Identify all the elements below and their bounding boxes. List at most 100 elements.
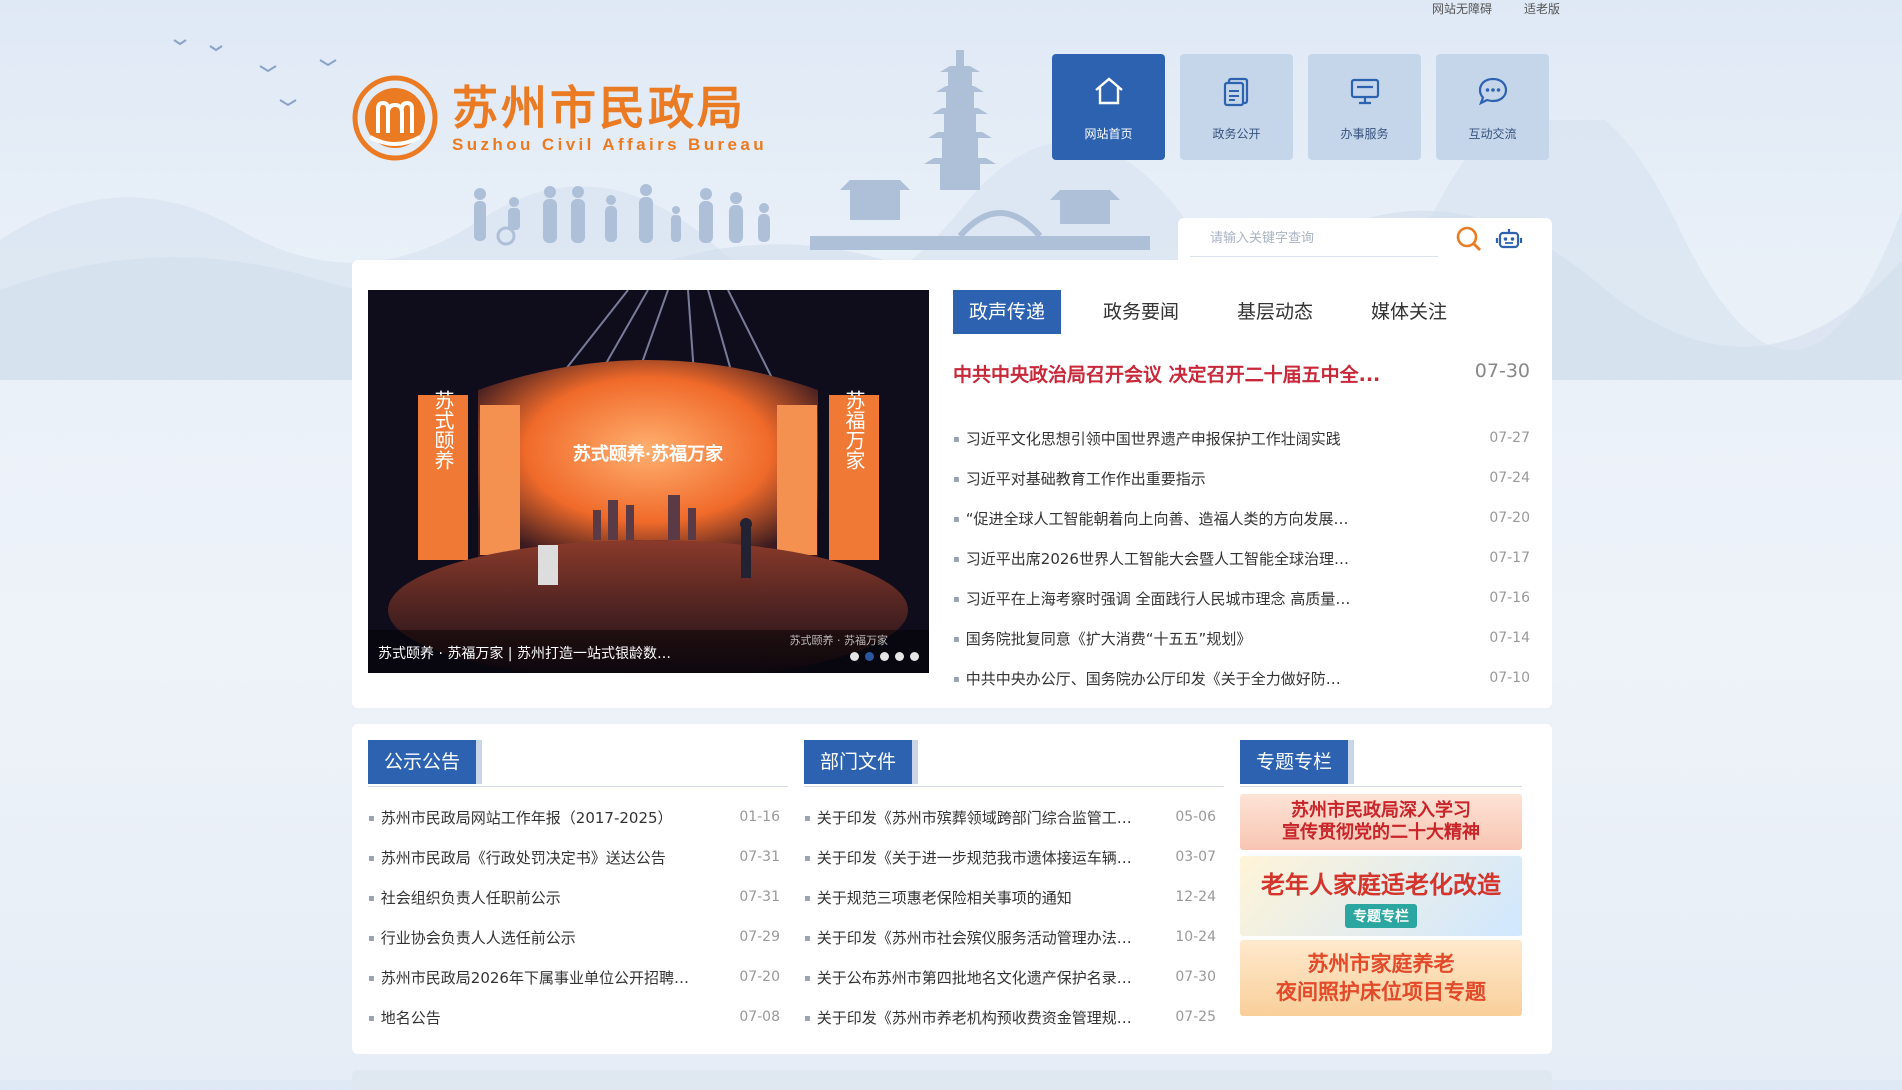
banner3-line2: 夜间照护床位项目专题 [1276,979,1486,1004]
carousel-dot[interactable] [850,652,859,661]
main-nav: 网站首页 政务公开 办事服务 互动交流 [1052,54,1549,160]
nav-interaction[interactable]: 互动交流 [1436,54,1549,160]
nav-gov-affairs-label: 政务公开 [1212,126,1261,141]
headline-date: 07-30 [1474,360,1530,382]
notice-link[interactable]: 社会组织负责人任职前公示 [368,887,561,908]
carousel-watermark: 苏式颐养 · 苏福万家 [790,633,889,647]
elderly-mode-link[interactable]: 适老版 [1524,0,1560,17]
notices-list: 苏州市民政局网站工作年报（2017-2025） 01-16 苏州市民政局《行政处罚… [368,797,780,1037]
notice-link[interactable]: 行业协会负责人人选任前公示 [368,927,576,948]
carousel-dot[interactable] [895,652,904,661]
banner1-line2: 宣传贯彻党的二十大精神 [1282,822,1480,843]
news-link[interactable]: 国务院批复同意《扩大消费“十五五”规划》 [953,628,1252,649]
news-carousel[interactable]: 苏式颐养 苏福万家 苏式颐养·苏福万家 苏式颐养 · 苏福万家 苏式颐养 · 苏… [368,290,929,673]
list-item: 苏州市民政局2026年下属事业单位公开招聘… 07-20 [368,957,780,997]
list-item: 关于规范三项惠老保险相关事项的通知 12-24 [804,877,1216,917]
document-date: 10-24 [1175,929,1216,945]
document-date: 03-07 [1175,849,1216,865]
carousel-stage-title: 苏式颐养·苏福万家 [573,443,724,465]
notice-link[interactable]: 苏州市民政局2026年下属事业单位公开招聘… [368,967,689,988]
notice-date: 07-29 [739,929,780,945]
list-item: 苏州市民政局《行政处罚决定书》送达公告 07-31 [368,837,780,877]
news-date: 07-10 [1489,670,1530,686]
list-item: 行业协会负责人人选任前公示 07-29 [368,917,780,957]
people-silhouette-decoration [474,184,770,246]
topic-banner-night-care[interactable]: 苏州市家庭养老 夜间照护床位项目专题 [1240,940,1522,1016]
document-icon [1223,77,1248,106]
news-date: 07-27 [1489,430,1530,446]
accessibility-link[interactable]: 网站无障碍 [1432,0,1492,17]
document-date: 07-25 [1175,1009,1216,1025]
notice-date: 07-20 [739,969,780,985]
tab-gov-voice[interactable]: 政声传递 [953,290,1062,334]
topic-banner-party-congress[interactable]: 苏州市民政局深入学习 宣传贯彻党的二十大精神 [1240,794,1522,850]
search-button[interactable] [1452,222,1486,256]
list-item: 关于公布苏州市第四批地名文化遗产保护名录… 07-30 [804,957,1216,997]
document-link[interactable]: 关于印发《苏州市殡葬领域跨部门综合监管工… [804,807,1132,828]
list-item: 习近平对基础教育工作作出重要指示 07-24 [953,458,1530,498]
banner3-line1: 苏州市家庭养老 [1307,951,1455,976]
news-link[interactable]: 习近平对基础教育工作作出重要指示 [953,468,1206,489]
search-bar [1190,218,1552,260]
logo-title-en: Suzhou Civil Affairs Bureau [452,135,768,154]
notices-title[interactable]: 公示公告 [368,740,477,784]
news-link[interactable]: 习近平出席2026世界人工智能大会暨人工智能全球治理… [953,548,1349,569]
list-item: 中共中央办公厅、国务院办公厅印发《关于全力做好防… 07-10 [953,658,1530,698]
news-tabs: 政声传递 政务要闻 基层动态 媒体关注 [953,290,1528,334]
nav-services-label: 办事服务 [1340,126,1389,141]
banner2-line1: 老年人家庭适老化改造 [1261,869,1501,899]
ai-assistant-button[interactable] [1492,222,1526,256]
document-link[interactable]: 关于印发《苏州市养老机构预收费资金管理规… [804,1007,1132,1028]
document-link[interactable]: 关于公布苏州市第四批地名文化遗产保护名录… [804,967,1132,988]
document-date: 12-24 [1175,889,1216,905]
news-link[interactable]: 中共中央办公厅、国务院办公厅印发《关于全力做好防… [953,668,1341,689]
list-item: 关于印发《苏州市殡葬领域跨部门综合监管工… 05-06 [804,797,1216,837]
nav-home[interactable]: 网站首页 [1052,54,1165,160]
banner1-line1: 苏州市民政局深入学习 [1291,800,1471,821]
carousel-dot[interactable] [910,652,919,661]
search-icon [1456,226,1481,251]
tab-media[interactable]: 媒体关注 [1355,290,1463,334]
nav-services[interactable]: 办事服务 [1308,54,1421,160]
notice-date: 01-16 [739,809,780,825]
notice-date: 07-08 [739,1009,780,1025]
tab-gov-news[interactable]: 政务要闻 [1087,290,1195,334]
document-link[interactable]: 关于印发《关于进一步规范我市遗体接运车辆… [804,847,1132,868]
top-links: 网站无障碍 适老版 [1432,0,1560,17]
list-item: 地名公告 07-08 [368,997,780,1037]
search-input[interactable] [1190,221,1438,257]
nav-interaction-label: 互动交流 [1468,126,1517,141]
carousel-caption[interactable]: 苏式颐养 · 苏福万家 | 苏州打造一站式银龄数… [378,643,671,663]
documents-header: 部门文件 [804,740,1224,787]
carousel-dot-active[interactable] [865,652,874,661]
notice-link[interactable]: 地名公告 [368,1007,441,1028]
logo-emblem-icon [352,75,438,161]
topics-header: 专题专栏 [1240,740,1522,787]
list-item: “促进全球人工智能朝着向上向善、造福人类的方向发展… 07-20 [953,498,1530,538]
site-logo[interactable]: 苏州市民政局 Suzhou Civil Affairs Bureau [352,75,767,161]
headline-link[interactable]: 中共中央政治局召开会议 决定召开二十届五中全... [953,360,1380,387]
tab-local-news[interactable]: 基层动态 [1221,290,1329,334]
carousel-dot[interactable] [880,652,889,661]
notice-link[interactable]: 苏州市民政局《行政处罚决定书》送达公告 [368,847,666,868]
carousel-image: 苏式颐养 苏福万家 苏式颐养·苏福万家 苏式颐养 · 苏福万家 [368,290,929,673]
topics-title[interactable]: 专题专栏 [1240,740,1349,784]
birds-decoration [173,39,337,107]
notice-link[interactable]: 苏州市民政局网站工作年报（2017-2025） [368,807,673,828]
chat-icon [1478,77,1507,105]
document-link[interactable]: 关于规范三项惠老保险相关事项的通知 [804,887,1072,908]
news-link[interactable]: “促进全球人工智能朝着向上向善、造福人类的方向发展… [953,508,1349,529]
documents-title[interactable]: 部门文件 [804,740,913,784]
news-date: 07-20 [1489,510,1530,526]
nav-gov-affairs[interactable]: 政务公开 [1180,54,1293,160]
news-link[interactable]: 习近平在上海考察时强调 全面践行人民城市理念 高质量… [953,588,1351,609]
document-date: 07-30 [1175,969,1216,985]
topic-banner-elderly-home[interactable]: 老年人家庭适老化改造 专题专栏 [1240,856,1522,936]
banner2-tag: 专题专栏 [1345,903,1417,928]
home-icon [1094,76,1123,104]
news-date: 07-24 [1489,470,1530,486]
document-link[interactable]: 关于印发《苏州市社会殡仪服务活动管理办法… [804,927,1132,948]
headline-item: 中共中央政治局召开会议 决定召开二十届五中全... 07-30 [953,360,1530,387]
list-item: 习近平文化思想引领中国世界遗产申报保护工作壮阔实践 07-27 [953,418,1530,458]
news-link[interactable]: 习近平文化思想引领中国世界遗产申报保护工作壮阔实践 [953,428,1341,449]
